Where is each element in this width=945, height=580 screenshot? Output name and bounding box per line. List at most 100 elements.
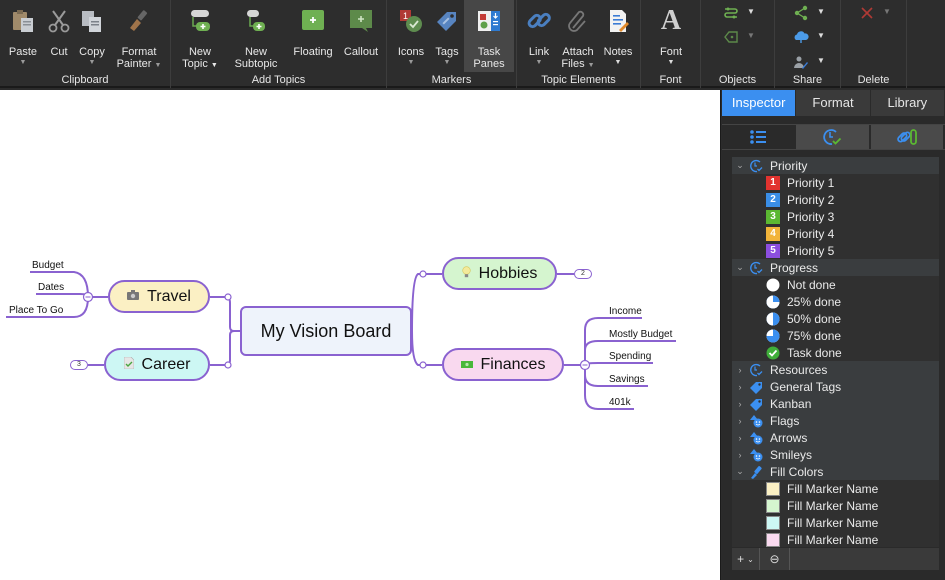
view-tab-links[interactable] — [870, 125, 945, 149]
link-icon — [527, 12, 551, 29]
section-progress[interactable]: ⌄ Progress — [732, 259, 939, 276]
chevron-down-icon[interactable]: ⌄ — [732, 466, 748, 477]
tab-format[interactable]: Format — [796, 90, 871, 116]
link-label: Link — [528, 46, 550, 58]
fill-color-item[interactable]: Fill Marker Name — [732, 497, 939, 514]
central-topic[interactable]: My Vision Board — [240, 306, 412, 356]
format-painter-button[interactable]: Format Painter ▼ — [112, 0, 166, 72]
callout-button[interactable]: Callout — [339, 0, 383, 72]
marker-tree[interactable]: ⌄ Priority 1 Priority 1 2 Priority 2 3 Priori… — [732, 157, 939, 547]
topic-career[interactable]: Career — [104, 348, 210, 381]
fill-color-item[interactable]: Fill Marker Name — [732, 531, 939, 547]
section-smileys[interactable]: › Smileys — [732, 446, 939, 463]
mind-map-canvas[interactable]: My Vision Board Travel Career Hobbies Fi… — [0, 90, 721, 580]
topic-hobbies[interactable]: Hobbies — [442, 257, 557, 290]
copy-button[interactable]: Copy ▼ — [74, 0, 110, 72]
chevron-right-icon[interactable]: › — [732, 433, 748, 443]
priority-item[interactable]: 4 Priority 4 — [732, 225, 939, 242]
subtopic-place-to-go[interactable]: Place To Go — [9, 305, 63, 316]
section-label: Resources — [770, 362, 828, 377]
priority-item[interactable]: 3 Priority 3 — [732, 208, 939, 225]
new-subtopic-button[interactable]: New Subtopic — [227, 0, 285, 72]
collapsed-count-badge-hobbies[interactable]: 2 — [574, 269, 592, 279]
new-topic-button[interactable]: New Topic ▼ — [177, 0, 223, 72]
priority-item[interactable]: 5 Priority 5 — [732, 242, 939, 259]
view-tab-list[interactable] — [722, 125, 797, 149]
cut-button[interactable]: Cut — [44, 0, 74, 72]
collaborate-button[interactable]: ▼ — [793, 52, 833, 72]
chevron-right-icon[interactable]: › — [732, 450, 748, 460]
collapsed-count-badge-career[interactable]: 3 — [70, 360, 88, 370]
subtopic-income[interactable]: Income — [609, 306, 642, 317]
priority-5-icon: 5 — [766, 243, 780, 258]
attach-files-button[interactable]: Attach Files ▼ — [557, 0, 599, 72]
chevron-right-icon[interactable]: › — [732, 416, 748, 426]
subtopic-dates[interactable]: Dates — [38, 282, 64, 293]
task-panes-label-1: Task — [477, 46, 501, 58]
progress-25-icon — [766, 295, 780, 309]
relationship-button[interactable]: ▼ — [723, 3, 763, 23]
section-priority[interactable]: ⌄ Priority — [732, 157, 939, 174]
inspector-view-tabs — [722, 124, 945, 150]
fill-color-item[interactable]: Fill Marker Name — [732, 480, 939, 497]
section-label: Smileys — [770, 447, 813, 462]
tab-inspector[interactable]: Inspector — [722, 90, 797, 116]
caret-icon: ▼ — [154, 62, 162, 69]
caret-icon: ▼ — [535, 59, 543, 66]
floating-topic-button[interactable]: Floating — [289, 0, 337, 72]
view-tab-tasks[interactable] — [796, 125, 871, 149]
share-button[interactable]: ▼ — [793, 3, 833, 23]
progress-item[interactable]: Task done — [732, 344, 939, 361]
chevron-down-icon[interactable]: ⌄ — [732, 262, 748, 273]
notes-button[interactable]: Notes ▼ — [599, 0, 637, 72]
subtopic-401k[interactable]: 401k — [609, 397, 631, 408]
section-resources[interactable]: › Resources — [732, 361, 939, 378]
chevron-right-icon[interactable]: › — [732, 382, 748, 392]
topic-finances[interactable]: Finances — [442, 348, 564, 381]
section-kanban[interactable]: › Kanban — [732, 395, 939, 412]
chevron-right-icon[interactable]: › — [732, 399, 748, 409]
priority-item[interactable]: 2 Priority 2 — [732, 191, 939, 208]
fill-color-item[interactable]: Fill Marker Name — [732, 514, 939, 531]
section-general-tags[interactable]: › General Tags — [732, 378, 939, 395]
add-marker-button[interactable]: + ⌄ — [732, 548, 760, 570]
tags-button[interactable]: Tags ▼ — [429, 0, 465, 72]
progress-item[interactable]: 50% done — [732, 310, 939, 327]
chevron-down-icon[interactable]: ⌄ — [732, 160, 748, 171]
notes-icon — [610, 10, 629, 32]
progress-item-label: Not done — [787, 277, 836, 292]
section-arrows[interactable]: › Arrows — [732, 429, 939, 446]
more-options-button[interactable]: ⊖ — [760, 548, 790, 570]
paste-label: Paste — [8, 46, 38, 58]
icons-button[interactable]: 1 Icons ▼ — [393, 0, 429, 72]
tab-library[interactable]: Library — [870, 90, 945, 116]
subtopic-spending[interactable]: Spending — [609, 351, 651, 362]
font-button[interactable]: A Font ▼ — [651, 0, 691, 72]
node-dot — [224, 361, 232, 369]
delete-button[interactable]: ▼ — [859, 3, 899, 23]
task-panes-button[interactable]: Task Panes — [464, 0, 514, 72]
task-panes-label-2: Panes — [473, 58, 505, 70]
fill-swatch-icon — [766, 498, 780, 513]
group-add-topics: New Topic ▼ New Subtopic Floating Callout … — [171, 0, 387, 88]
cloud-upload-button[interactable]: ▼ — [793, 27, 833, 47]
progress-item[interactable]: 75% done — [732, 327, 939, 344]
chevron-right-icon[interactable]: › — [732, 365, 748, 375]
priority-item-label: Priority 1 — [787, 175, 835, 190]
subtopic-budget[interactable]: Budget — [32, 260, 64, 271]
progress-item[interactable]: Not done — [732, 276, 939, 293]
paste-icon — [13, 10, 33, 32]
subtopic-savings[interactable]: Savings — [609, 374, 645, 385]
section-flags[interactable]: › Flags — [732, 412, 939, 429]
connector-travel — [210, 296, 240, 332]
section-fill-colors[interactable]: ⌄ Fill Colors — [732, 463, 939, 480]
group-share: ▼ ▼ ▼ Share — [775, 0, 841, 88]
priority-item[interactable]: 1 Priority 1 — [732, 174, 939, 191]
progress-item[interactable]: 25% done — [732, 293, 939, 310]
boundary-button[interactable]: ▼ — [723, 27, 763, 47]
link-button[interactable]: Link ▼ — [521, 0, 557, 72]
topic-travel[interactable]: Travel — [108, 280, 210, 313]
subtopic-mostly-budget[interactable]: Mostly Budget — [609, 329, 672, 340]
paste-button[interactable]: Paste ▼ — [4, 0, 42, 72]
group-label-objects: Objects — [718, 74, 757, 86]
